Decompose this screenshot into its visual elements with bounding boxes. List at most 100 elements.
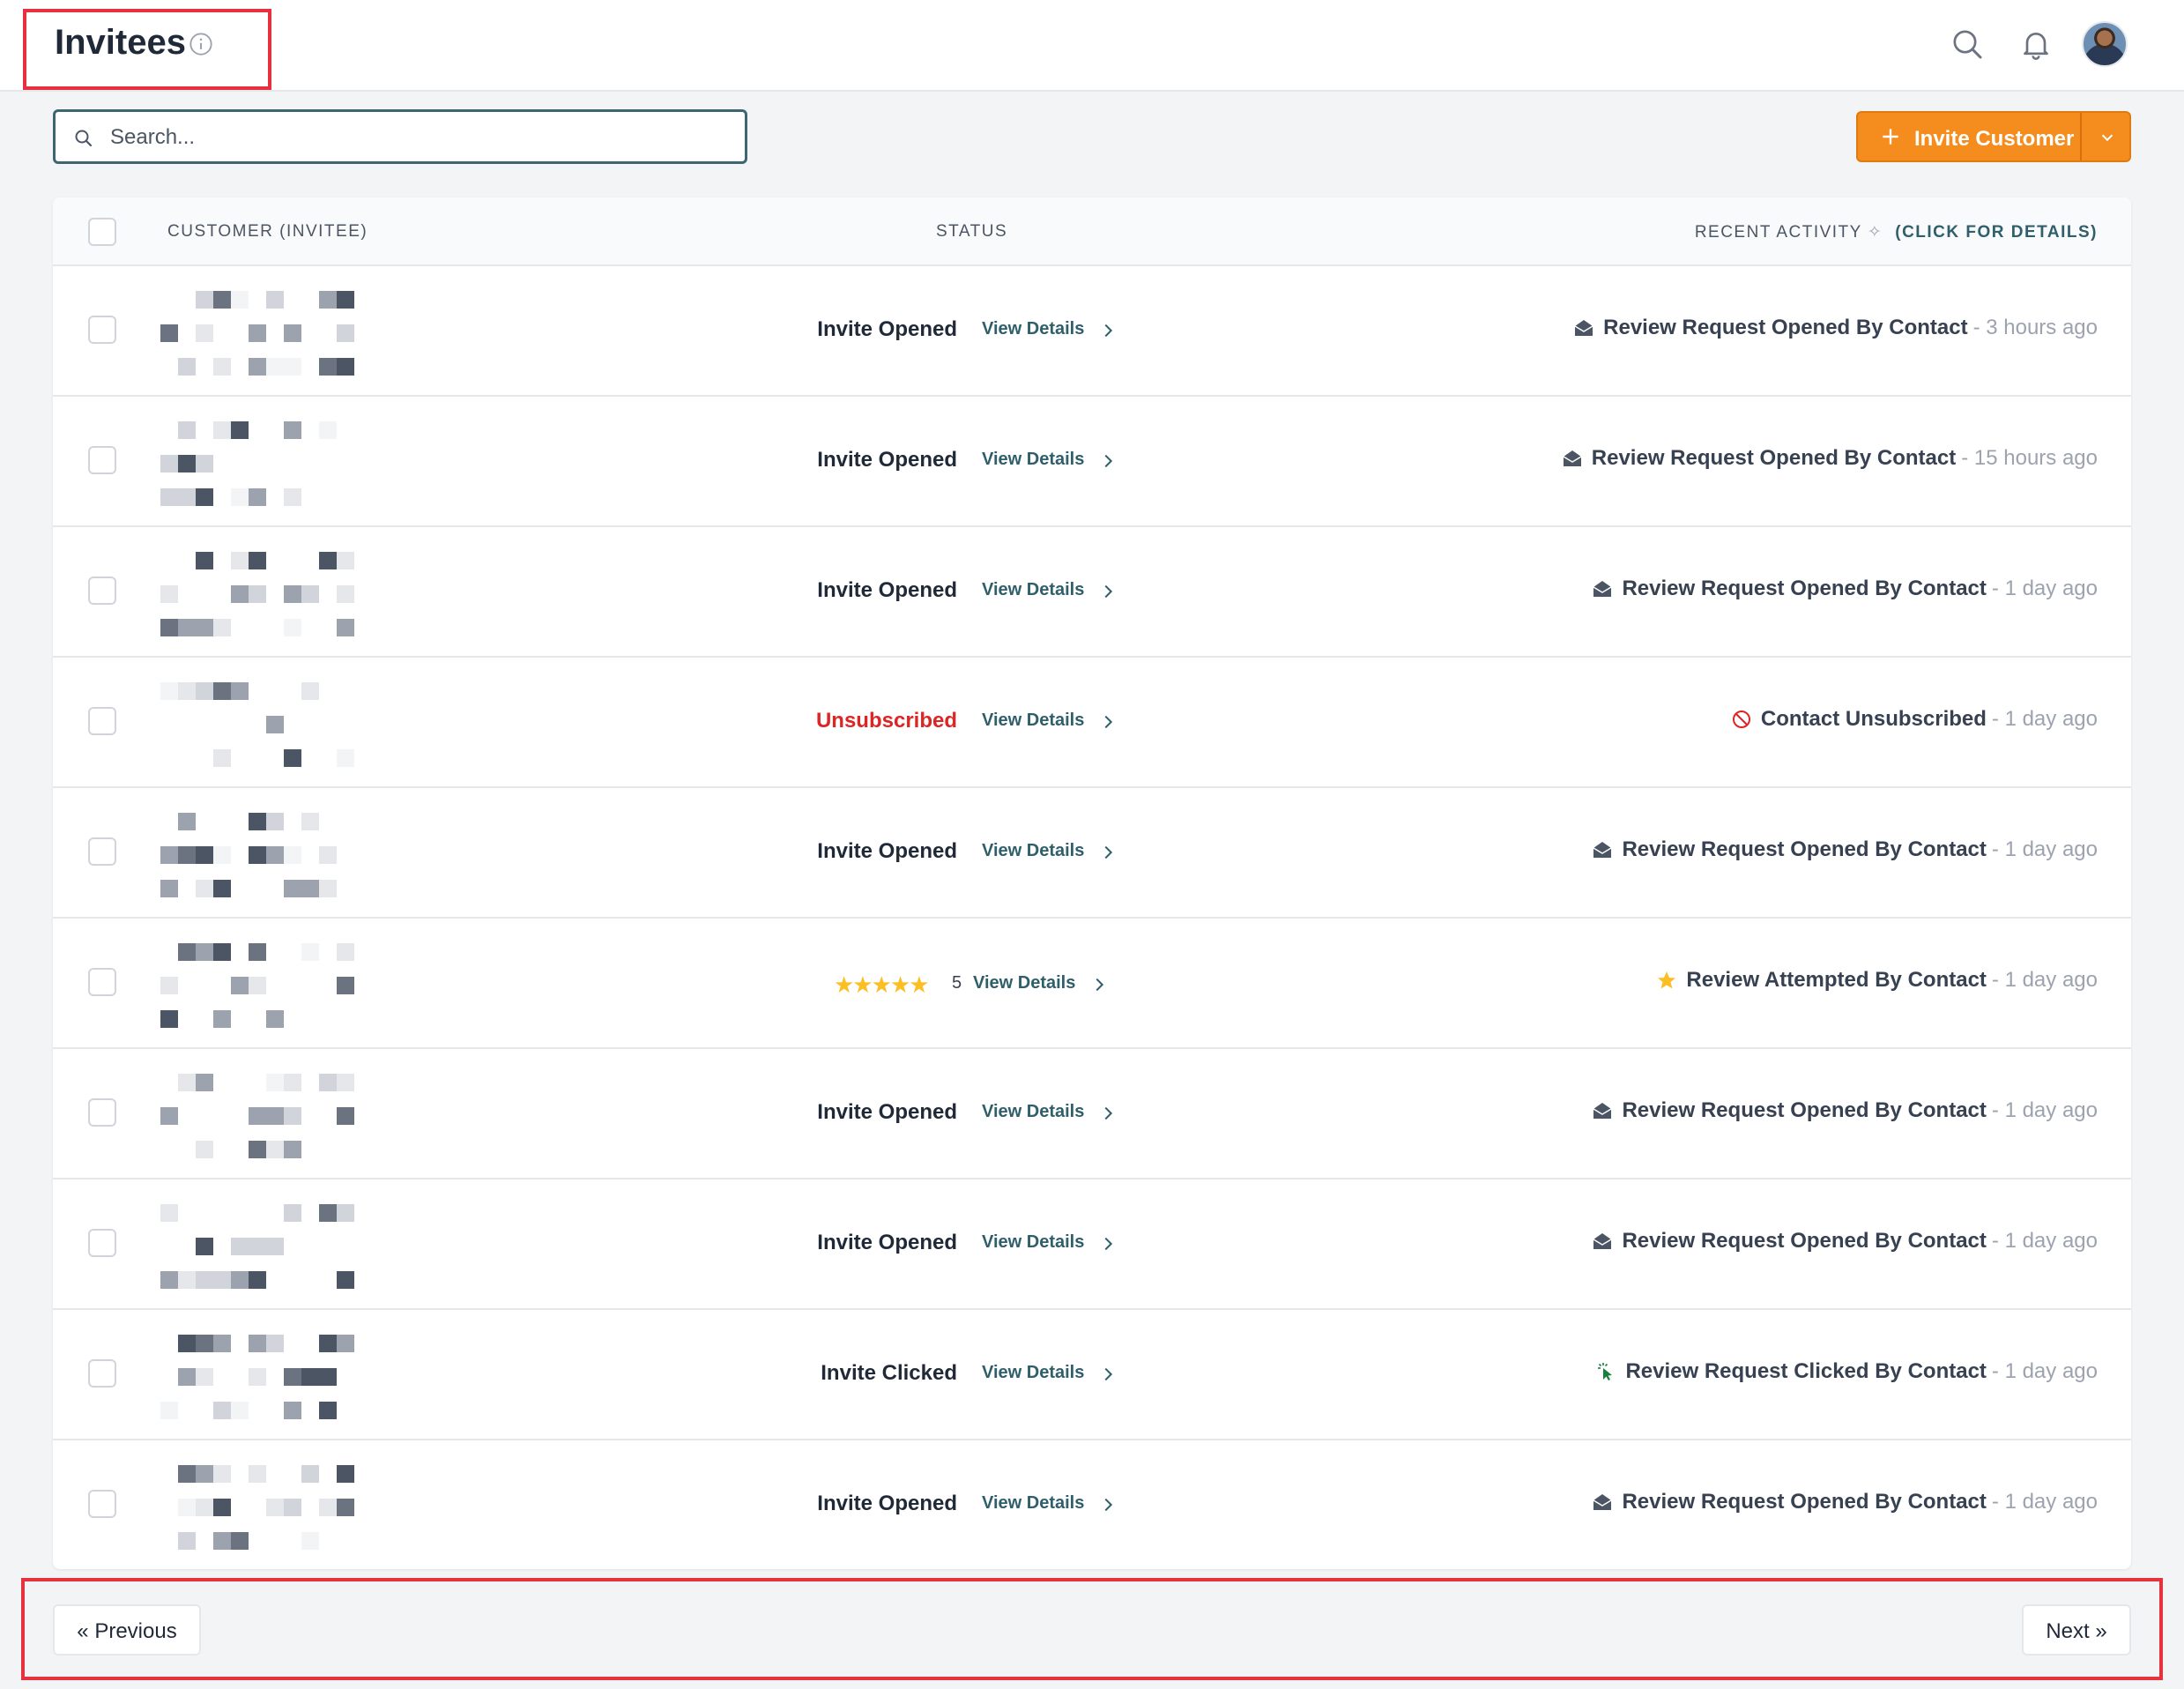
row-checkbox[interactable] [88, 1098, 116, 1127]
top-header: Invitees [0, 0, 2184, 92]
redacted-customer-info [155, 1458, 472, 1555]
recent-activity[interactable]: Review Request Opened By Contact - 1 day … [1592, 577, 2098, 601]
view-details-link[interactable]: View Details [982, 841, 1084, 861]
redacted-customer-info [155, 284, 472, 381]
chevron-right-icon[interactable] [1098, 712, 1118, 732]
row-checkbox[interactable] [88, 1490, 116, 1518]
table-row[interactable]: Invite Opened View Details Review Request … [53, 788, 2131, 919]
sparkle-icon: ✧ [1867, 223, 1883, 242]
activity-time: - 15 hours ago [1961, 446, 2098, 470]
view-details-link[interactable]: View Details [982, 1232, 1084, 1253]
title-highlight-box [23, 9, 271, 90]
search-icon [75, 130, 93, 147]
column-header-recent-activity: RECENT ACTIVITY ✧ (CLICK FOR DETAILS) [1695, 222, 2098, 242]
envelope-open-icon [1592, 578, 1613, 599]
activity-time: - 1 day ago [1991, 1359, 2098, 1383]
next-label: Next » [2046, 1619, 2107, 1643]
redacted-customer-info [155, 1067, 472, 1164]
table-row[interactable]: Invite Opened View Details Review Request … [53, 1179, 2131, 1310]
recent-activity[interactable]: Contact Unsubscribed - 1 day ago [1731, 707, 2098, 732]
redacted-customer-info [155, 1197, 472, 1294]
user-avatar[interactable] [2082, 21, 2128, 67]
recent-activity[interactable]: Review Request Opened By Contact - 3 hour… [1573, 316, 2098, 340]
view-details-link[interactable]: View Details [982, 319, 1084, 339]
chevron-right-icon[interactable] [1098, 321, 1118, 340]
redacted-customer-info [155, 936, 472, 1033]
chevron-down-icon[interactable] [2098, 128, 2117, 147]
row-checkbox[interactable] [88, 707, 116, 735]
cursor-click-icon [1595, 1361, 1616, 1382]
view-details-link[interactable]: View Details [982, 1102, 1084, 1122]
status-text: Invite Opened [817, 317, 957, 341]
chevron-right-icon[interactable] [1098, 1234, 1118, 1254]
invite-customer-button[interactable]: Invite Customer [1856, 111, 2131, 162]
table-row[interactable]: ★★★★★ 5 View Details Review Attempted By Co… [53, 919, 2131, 1049]
invitees-table: CUSTOMER (INVITEE) STATUS RECENT ACTIVIT… [53, 197, 2131, 1569]
bell-icon[interactable] [2018, 26, 2054, 62]
row-checkbox[interactable] [88, 446, 116, 474]
activity-text: Review Request Opened By Contact [1603, 316, 1968, 339]
activity-time: - 1 day ago [1991, 577, 2098, 600]
activity-time: - 1 day ago [1991, 968, 2098, 992]
recent-activity[interactable]: Review Request Opened By Contact - 1 day … [1592, 1490, 2098, 1514]
envelope-open-icon [1562, 448, 1583, 469]
table-row[interactable]: Unsubscribed View Details Contact Unsubscr… [53, 658, 2131, 788]
search-box[interactable] [53, 109, 747, 164]
table-row[interactable]: Invite Clicked View Details Review Request… [53, 1310, 2131, 1440]
row-checkbox[interactable] [88, 837, 116, 866]
previous-page-button[interactable]: « Previous [53, 1604, 201, 1656]
table-row[interactable]: Invite Opened View Details Review Request … [53, 527, 2131, 658]
table-row[interactable]: Invite Opened View Details Review Request … [53, 266, 2131, 397]
recent-activity-label: RECENT ACTIVITY [1694, 223, 1862, 242]
recent-activity[interactable]: Review Attempted By Contact - 1 day ago [1656, 968, 2098, 993]
recent-activity[interactable]: Review Request Opened By Contact - 15 hou… [1562, 446, 2098, 471]
status-text: Invite Opened [817, 1231, 957, 1254]
search-icon[interactable] [1950, 26, 1985, 62]
recent-activity[interactable]: Review Request Opened By Contact - 1 day … [1592, 1229, 2098, 1254]
view-details-link[interactable]: View Details [982, 1363, 1084, 1383]
search-input[interactable] [110, 121, 727, 154]
chevron-right-icon[interactable] [1098, 1495, 1118, 1514]
view-details-link[interactable]: View Details [982, 711, 1084, 731]
row-checkbox[interactable] [88, 1229, 116, 1257]
activity-text: Review Request Clicked By Contact [1625, 1359, 1987, 1383]
table-row[interactable]: Invite Opened View Details Review Request … [53, 397, 2131, 527]
redacted-customer-info [155, 545, 472, 642]
view-details-link[interactable]: View Details [982, 1493, 1084, 1514]
chevron-right-icon[interactable] [1098, 1104, 1118, 1123]
chevron-right-icon[interactable] [1089, 975, 1109, 994]
recent-activity[interactable]: Review Request Opened By Contact - 1 day … [1592, 1098, 2098, 1123]
chevron-right-icon[interactable] [1098, 582, 1118, 601]
previous-label: « Previous [77, 1619, 177, 1643]
view-details-link[interactable]: View Details [982, 580, 1084, 600]
status-text: Invite Clicked [821, 1361, 957, 1385]
view-details-link[interactable]: View Details [973, 973, 1075, 993]
activity-time: - 1 day ago [1991, 1490, 2098, 1514]
activity-time: - 1 day ago [1991, 1229, 2098, 1253]
recent-activity[interactable]: Review Request Opened By Contact - 1 day … [1592, 837, 2098, 862]
activity-text: Review Request Opened By Contact [1591, 446, 1957, 470]
chevron-right-icon[interactable] [1098, 451, 1118, 471]
row-checkbox[interactable] [88, 316, 116, 344]
envelope-open-icon [1592, 1231, 1613, 1252]
row-checkbox[interactable] [88, 1359, 116, 1388]
status-text: Invite Opened [817, 839, 957, 863]
chevron-right-icon[interactable] [1098, 1365, 1118, 1384]
envelope-open-icon [1592, 1492, 1613, 1513]
next-page-button[interactable]: Next » [2022, 1604, 2131, 1656]
select-all-checkbox[interactable] [88, 218, 116, 246]
table-row[interactable]: Invite Opened View Details Review Request … [53, 1440, 2131, 1569]
row-checkbox[interactable] [88, 968, 116, 996]
activity-time: - 1 day ago [1991, 1098, 2098, 1122]
ban-icon [1731, 709, 1752, 730]
envelope-open-icon [1573, 317, 1594, 339]
view-details-link[interactable]: View Details [982, 450, 1084, 470]
recent-activity[interactable]: Review Request Clicked By Contact - 1 day… [1595, 1359, 2098, 1384]
table-row[interactable]: Invite Opened View Details Review Request … [53, 1049, 2131, 1179]
chevron-right-icon[interactable] [1098, 843, 1118, 862]
status-text: Unsubscribed [815, 709, 957, 733]
redacted-customer-info [155, 675, 472, 772]
column-header-status: STATUS [936, 222, 1008, 241]
row-checkbox[interactable] [88, 577, 116, 605]
click-for-details-link[interactable]: (CLICK FOR DETAILS) [1895, 223, 2098, 242]
